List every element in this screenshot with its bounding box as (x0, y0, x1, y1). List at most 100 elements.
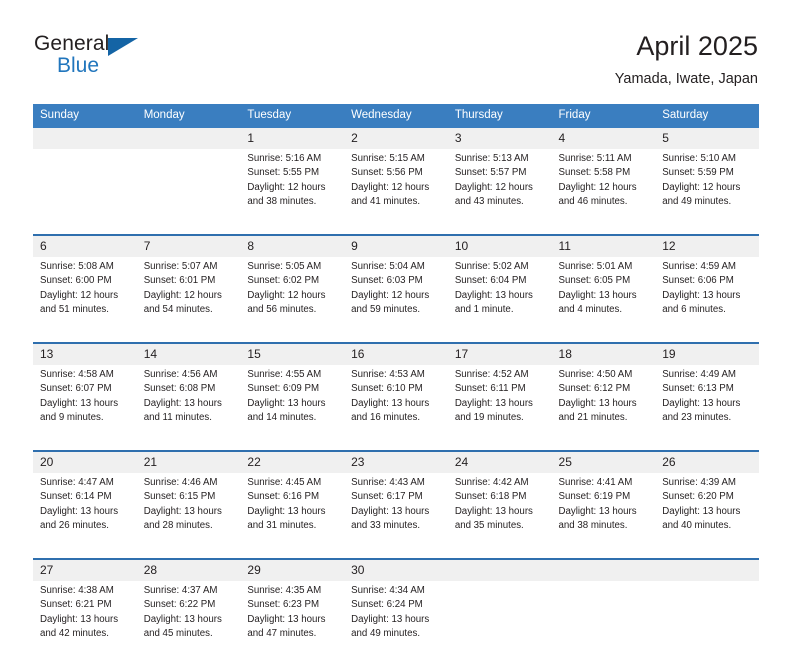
day-details-18: Sunrise: 4:50 AM Sunset: 6:12 PM Daylight:… (551, 365, 656, 451)
brand-logo[interactable]: General Blue (34, 32, 154, 84)
day-detail-line: Sunrise: 4:38 AM (40, 585, 114, 596)
day-detail-line: Sunrise: 4:47 AM (40, 477, 114, 488)
day-number-20[interactable]: 20 (33, 451, 137, 473)
day-details-25: Sunrise: 4:41 AM Sunset: 6:19 PM Daylight:… (551, 473, 656, 559)
day-number-10[interactable]: 10 (447, 235, 552, 257)
day-number-16[interactable]: 16 (344, 343, 448, 365)
day-number-23[interactable]: 23 (344, 451, 448, 473)
day-number-17[interactable]: 17 (447, 343, 552, 365)
day-detail-line: Daylight: 13 hours (40, 397, 119, 409)
day-detail-line: Sunrise: 5:16 AM (247, 153, 322, 164)
day-details-13: Sunrise: 4:58 AM Sunset: 6:07 PM Daylight:… (33, 365, 137, 451)
day-number-22[interactable]: 22 (240, 451, 345, 473)
day-number-21[interactable]: 21 (136, 451, 241, 473)
day-detail-line: Daylight: 13 hours (247, 505, 326, 517)
day-detail-line: Sunset: 6:06 PM (662, 275, 734, 287)
day-details-empty (33, 149, 137, 235)
day-number-29[interactable]: 29 (240, 559, 345, 581)
day-number-24[interactable]: 24 (447, 451, 552, 473)
day-details-16: Sunrise: 4:53 AM Sunset: 6:10 PM Daylight:… (344, 365, 448, 451)
day-detail-line: Sunset: 6:19 PM (558, 491, 631, 503)
day-detail-line: Daylight: 13 hours (662, 397, 741, 409)
day-detail-line: Sunset: 5:55 PM (247, 167, 320, 179)
day-number-empty (447, 559, 552, 581)
day-number-2[interactable]: 2 (344, 128, 448, 149)
day-details-30: Sunrise: 4:34 AM Sunset: 6:24 PM Daylight:… (344, 581, 448, 666)
day-detail-line: and 40 minutes. (662, 520, 732, 532)
day-detail-line: and 26 minutes. (40, 520, 109, 532)
day-details-empty (551, 581, 656, 666)
day-detail-line: and 56 minutes. (247, 304, 317, 316)
day-number-27[interactable]: 27 (33, 559, 137, 581)
day-detail-line: Daylight: 12 hours (662, 181, 741, 193)
day-detail-line: Daylight: 13 hours (40, 505, 119, 517)
week-detail-row: Sunrise: 4:47 AM Sunset: 6:14 PM Daylight:… (33, 473, 759, 559)
day-number-14[interactable]: 14 (136, 343, 241, 365)
brand-name-blue: Blue (57, 54, 100, 77)
day-detail-line: Sunrise: 5:08 AM (40, 261, 114, 272)
day-details-7: Sunrise: 5:07 AM Sunset: 6:01 PM Daylight:… (136, 257, 241, 343)
day-detail-line: Daylight: 12 hours (351, 289, 430, 301)
day-number-26[interactable]: 26 (655, 451, 759, 473)
day-detail-line: Sunrise: 4:35 AM (247, 585, 322, 596)
day-details-14: Sunrise: 4:56 AM Sunset: 6:08 PM Daylight:… (136, 365, 241, 451)
day-details-21: Sunrise: 4:46 AM Sunset: 6:15 PM Daylight:… (136, 473, 241, 559)
day-detail-line: and 1 minute. (454, 304, 514, 316)
day-detail-line: Daylight: 13 hours (351, 613, 430, 625)
day-detail-line: Daylight: 12 hours (143, 289, 222, 301)
day-number-5[interactable]: 5 (655, 128, 759, 149)
day-detail-line: Sunset: 5:58 PM (558, 167, 631, 179)
week-daynumber-row: 12345 (33, 128, 759, 149)
day-detail-line: Daylight: 13 hours (558, 505, 637, 517)
day-number-25[interactable]: 25 (551, 451, 656, 473)
day-number-19[interactable]: 19 (655, 343, 759, 365)
day-detail-line: and 59 minutes. (351, 304, 421, 316)
day-number-18[interactable]: 18 (551, 343, 656, 365)
brand-flag-icon (108, 38, 138, 56)
day-detail-line: and 41 minutes. (351, 196, 421, 208)
day-number-4[interactable]: 4 (551, 128, 656, 149)
day-detail-line: Sunrise: 5:05 AM (247, 261, 322, 272)
day-details-17: Sunrise: 4:52 AM Sunset: 6:11 PM Daylight:… (447, 365, 552, 451)
day-number-15[interactable]: 15 (240, 343, 345, 365)
day-detail-line: Sunset: 6:11 PM (454, 383, 526, 395)
day-detail-line: Sunrise: 4:55 AM (247, 369, 322, 380)
day-detail-line: Daylight: 12 hours (454, 181, 533, 193)
day-detail-line: Sunset: 6:12 PM (558, 383, 631, 395)
day-details-28: Sunrise: 4:37 AM Sunset: 6:22 PM Daylight:… (136, 581, 241, 666)
day-details-6: Sunrise: 5:08 AM Sunset: 6:00 PM Daylight:… (33, 257, 137, 343)
weekday-header-friday: Friday (551, 104, 656, 128)
day-number-3[interactable]: 3 (447, 128, 552, 149)
day-detail-line: Sunset: 6:14 PM (40, 491, 112, 503)
day-number-11[interactable]: 11 (551, 235, 656, 257)
day-detail-line: Daylight: 13 hours (558, 289, 637, 301)
day-detail-line: Sunrise: 4:41 AM (558, 477, 633, 488)
day-number-9[interactable]: 9 (344, 235, 448, 257)
day-number-1[interactable]: 1 (240, 128, 345, 149)
title-block: April 2025 Yamada, Iwate, Japan (615, 29, 758, 89)
day-detail-line: and 43 minutes. (454, 196, 524, 208)
day-detail-line: Sunset: 6:00 PM (40, 275, 112, 287)
day-number-28[interactable]: 28 (136, 559, 241, 581)
day-number-12[interactable]: 12 (655, 235, 759, 257)
day-detail-line: Sunrise: 4:56 AM (143, 369, 218, 380)
day-number-8[interactable]: 8 (240, 235, 345, 257)
day-detail-line: and 45 minutes. (143, 628, 213, 640)
day-detail-line: Sunrise: 4:42 AM (454, 477, 529, 488)
day-detail-line: Sunset: 6:20 PM (662, 491, 734, 503)
day-detail-line: and 49 minutes. (351, 628, 421, 640)
day-details-3: Sunrise: 5:13 AM Sunset: 5:57 PM Daylight:… (447, 149, 552, 235)
day-detail-line: Daylight: 13 hours (454, 505, 533, 517)
day-detail-line: Sunrise: 4:37 AM (143, 585, 218, 596)
day-details-1: Sunrise: 5:16 AM Sunset: 5:55 PM Daylight:… (240, 149, 345, 235)
day-number-6[interactable]: 6 (33, 235, 137, 257)
day-number-30[interactable]: 30 (344, 559, 448, 581)
day-details-26: Sunrise: 4:39 AM Sunset: 6:20 PM Daylight:… (655, 473, 759, 559)
weekday-header-wednesday: Wednesday (344, 104, 448, 128)
calendar-header-row: Sunday Monday Tuesday Wednesday Thursday Frid… (33, 104, 759, 128)
day-number-13[interactable]: 13 (33, 343, 137, 365)
page-header: General Blue April 2025 Yamada, Iwate, J… (34, 29, 758, 94)
day-details-15: Sunrise: 4:55 AM Sunset: 6:09 PM Daylight:… (240, 365, 345, 451)
day-number-7[interactable]: 7 (136, 235, 241, 257)
day-detail-line: Sunset: 6:03 PM (351, 275, 423, 287)
